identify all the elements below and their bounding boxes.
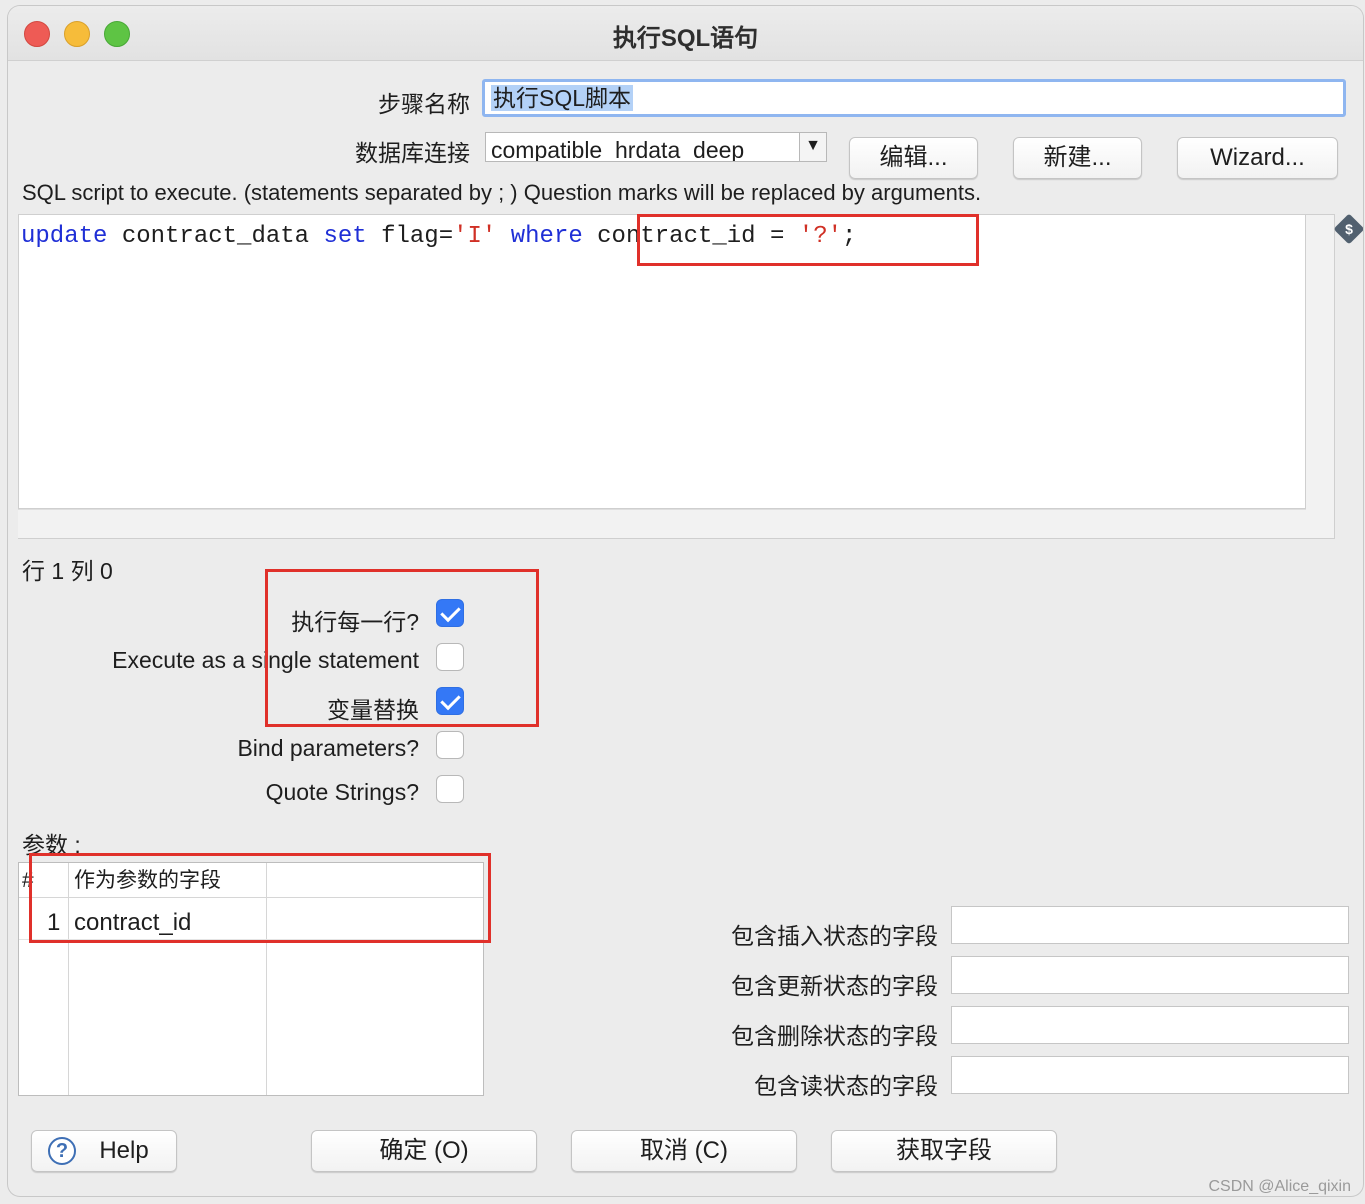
insert-status-label: 包含插入状态的字段 [731, 923, 938, 949]
editor-horizontal-scrollbar[interactable] [18, 509, 1306, 538]
delete-status-label: 包含删除状态的字段 [731, 1023, 938, 1049]
wizard-button[interactable]: Wizard... [1177, 137, 1338, 179]
sql-keyword: where [510, 223, 583, 250]
sql-keyword: set [323, 223, 367, 250]
dialog-window: 执行SQL语句 步骤名称 执行SQL脚本 数据库连接 compatible_hr… [8, 6, 1363, 1196]
help-button[interactable]: ? Help [31, 1130, 177, 1172]
sql-keyword: update [21, 223, 108, 250]
quote-strings-checkbox[interactable] [436, 775, 464, 803]
sql-text: contract_data [107, 223, 324, 250]
sql-text: flag= [366, 223, 454, 250]
update-status-label: 包含更新状态的字段 [731, 973, 938, 999]
highlight-box-params [29, 853, 491, 943]
watermark-text: CSDN @Alice_qixin [1208, 1178, 1351, 1195]
bind-parameters-checkbox[interactable] [436, 731, 464, 759]
cursor-position: 行 1 列 0 [22, 558, 113, 584]
ok-button[interactable]: 确定 (O) [311, 1130, 537, 1172]
read-status-field[interactable] [951, 1056, 1349, 1094]
highlight-box-options [265, 569, 539, 727]
help-icon: ? [48, 1137, 76, 1165]
db-connection-label: 数据库连接 [355, 140, 470, 166]
edit-connection-button[interactable]: 编辑... [849, 137, 978, 179]
cancel-button[interactable]: 取消 (C) [571, 1130, 797, 1172]
db-connection-value: compatible_hrdata_deep [491, 137, 745, 162]
delete-status-field[interactable] [951, 1006, 1349, 1044]
step-name-label: 步骤名称 [378, 91, 470, 117]
db-connection-select[interactable]: compatible_hrdata_deep ▼ [485, 132, 827, 162]
quote-strings-label: Quote Strings? [265, 779, 419, 805]
step-name-value: 执行SQL脚本 [491, 85, 634, 111]
sql-hint-text: SQL script to execute. (statements separ… [22, 180, 982, 205]
sql-string: 'I' [453, 223, 497, 250]
read-status-label: 包含读状态的字段 [754, 1073, 938, 1099]
get-fields-button[interactable]: 获取字段 [831, 1130, 1057, 1172]
help-button-label: Help [99, 1137, 149, 1164]
insert-status-field[interactable] [951, 906, 1349, 944]
dropdown-arrow-icon[interactable]: ▼ [799, 133, 826, 161]
step-name-input[interactable]: 执行SQL脚本 [482, 79, 1346, 117]
bind-parameters-label: Bind parameters? [237, 735, 419, 761]
variable-dollar-icon[interactable]: $ [1333, 213, 1363, 245]
highlight-box-condition [637, 214, 979, 266]
title-bar: 执行SQL语句 [8, 6, 1363, 61]
update-status-field[interactable] [951, 956, 1349, 994]
new-connection-button[interactable]: 新建... [1013, 137, 1142, 179]
window-title: 执行SQL语句 [612, 25, 759, 52]
